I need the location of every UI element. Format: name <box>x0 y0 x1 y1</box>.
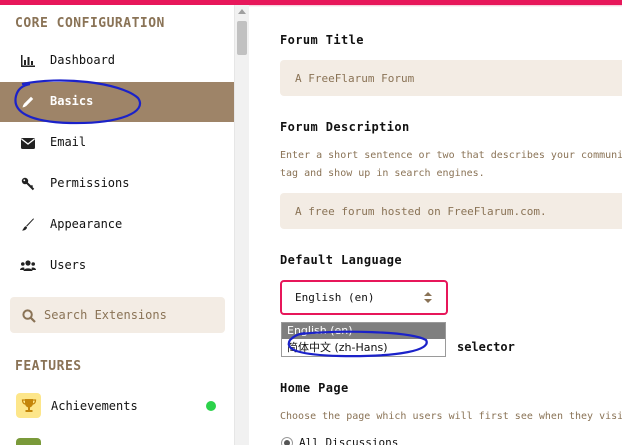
scroll-up-arrow-icon[interactable] <box>238 9 246 14</box>
language-dropdown-list: English (en) 简体中文 (zh-Hans) <box>281 322 446 357</box>
envelope-icon <box>20 136 36 150</box>
extension-item-achievements[interactable]: Achievements <box>0 386 234 426</box>
forum-description-input[interactable] <box>280 193 622 229</box>
extension-icon <box>16 438 41 445</box>
sidebar-item-basics[interactable]: Basics <box>0 82 234 122</box>
language-selector-label: selector <box>457 340 515 354</box>
language-option-english[interactable]: English (en) <box>282 323 445 339</box>
paintbrush-icon <box>20 218 36 232</box>
sidebar-item-label: Permissions <box>50 176 130 190</box>
default-language-label: Default Language <box>280 253 402 267</box>
sidebar-item-label: Users <box>50 258 87 272</box>
home-page-label: Home Page <box>280 381 349 395</box>
features-heading: FEATURES <box>15 359 82 374</box>
default-language-select[interactable]: English (en) <box>280 280 448 315</box>
users-icon <box>20 259 36 273</box>
sidebar-item-appearance[interactable]: Appearance <box>0 205 234 245</box>
home-page-help: Choose the page which users will first s… <box>280 411 622 422</box>
sidebar-item-label: Basics <box>50 94 94 108</box>
sidebar-item-permissions[interactable]: Permissions <box>0 164 234 204</box>
basics-settings-panel: Forum Title Forum Description Enter a sh… <box>249 5 622 445</box>
extension-label: Achievements <box>51 399 138 413</box>
trophy-icon <box>16 393 41 418</box>
forum-description-help: Enter a short sentence or two that descr… <box>280 150 622 179</box>
sidebar-item-dashboard[interactable]: Dashboard <box>0 41 234 81</box>
home-page-radio-all-discussions[interactable] <box>281 437 293 445</box>
scrollbar-thumb[interactable] <box>237 21 247 55</box>
sidebar-item-email[interactable]: Email <box>0 123 234 163</box>
select-caret-icon <box>423 292 433 304</box>
admin-sidebar: CORE CONFIGURATION Dashboard Basics Emai… <box>0 5 234 445</box>
core-configuration-heading: CORE CONFIGURATION <box>15 16 165 31</box>
forum-title-input[interactable] <box>280 60 622 96</box>
key-icon <box>20 177 36 191</box>
forum-title-label: Forum Title <box>280 33 364 47</box>
pencil-icon <box>20 95 36 109</box>
selected-language: English (en) <box>295 291 375 304</box>
search-icon <box>22 308 36 327</box>
sidebar-scrollbar[interactable] <box>234 5 249 445</box>
sidebar-item-users[interactable]: Users <box>0 246 234 286</box>
sidebar-item-label: Appearance <box>50 217 123 231</box>
sidebar-item-label: Dashboard <box>50 53 116 67</box>
search-extensions-box <box>10 297 225 333</box>
enabled-status-dot <box>206 401 216 411</box>
search-extensions-input[interactable] <box>44 305 219 325</box>
language-option-chinese[interactable]: 简体中文 (zh-Hans) <box>282 340 445 356</box>
extension-item-next[interactable] <box>0 426 234 445</box>
sidebar-item-label: Email <box>50 135 87 149</box>
radio-label: All Discussions <box>299 436 399 445</box>
forum-description-label: Forum Description <box>280 120 410 134</box>
bar-chart-icon <box>20 54 36 68</box>
